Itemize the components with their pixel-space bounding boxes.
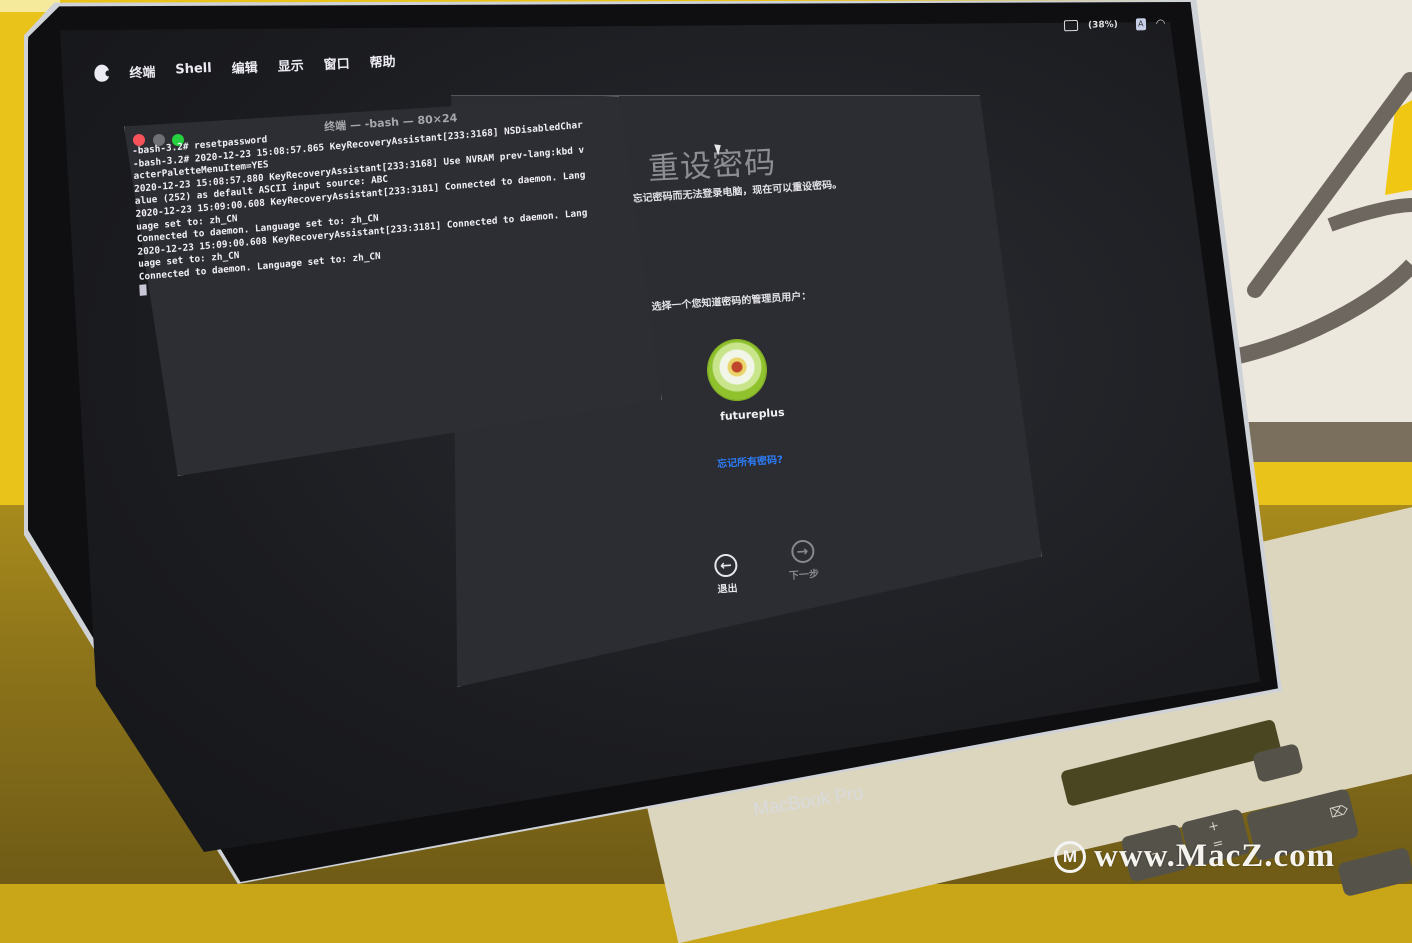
menu-terminal[interactable]: 终端 — [129, 61, 156, 81]
menu-edit[interactable]: 编辑 — [231, 57, 258, 77]
poster-bottom-strip — [1240, 422, 1412, 462]
menu-help[interactable]: 帮助 — [369, 51, 396, 71]
input-source-icon[interactable]: A — [1135, 17, 1146, 30]
apple-logo-icon[interactable] — [94, 64, 110, 82]
next-label: 下一步 — [788, 568, 820, 582]
user-avatar[interactable] — [708, 340, 766, 400]
menu-window[interactable]: 窗口 — [323, 53, 350, 73]
menu-shell[interactable]: Shell — [175, 61, 212, 78]
terminal-cursor — [139, 283, 147, 296]
exit-label: 退出 — [717, 583, 738, 596]
arrow-right-circle-icon: → — [790, 539, 815, 564]
exit-button[interactable]: ← 退出 — [713, 553, 740, 596]
macz-logo-icon: M — [1054, 840, 1086, 873]
status-area: (38%) A ◠ — [1063, 17, 1166, 33]
watermark: M www.MacZ.com — [1054, 838, 1335, 875]
arrow-left-circle-icon: ← — [713, 553, 739, 578]
battery-percent: (38%) — [1087, 19, 1118, 31]
wifi-icon[interactable]: ◠ — [1156, 17, 1166, 30]
next-button[interactable]: → 下一步 — [787, 539, 820, 582]
battery-icon[interactable] — [1063, 19, 1079, 32]
watermark-text: www.MacZ.com — [1094, 838, 1336, 874]
menu-view[interactable]: 显示 — [277, 55, 304, 75]
